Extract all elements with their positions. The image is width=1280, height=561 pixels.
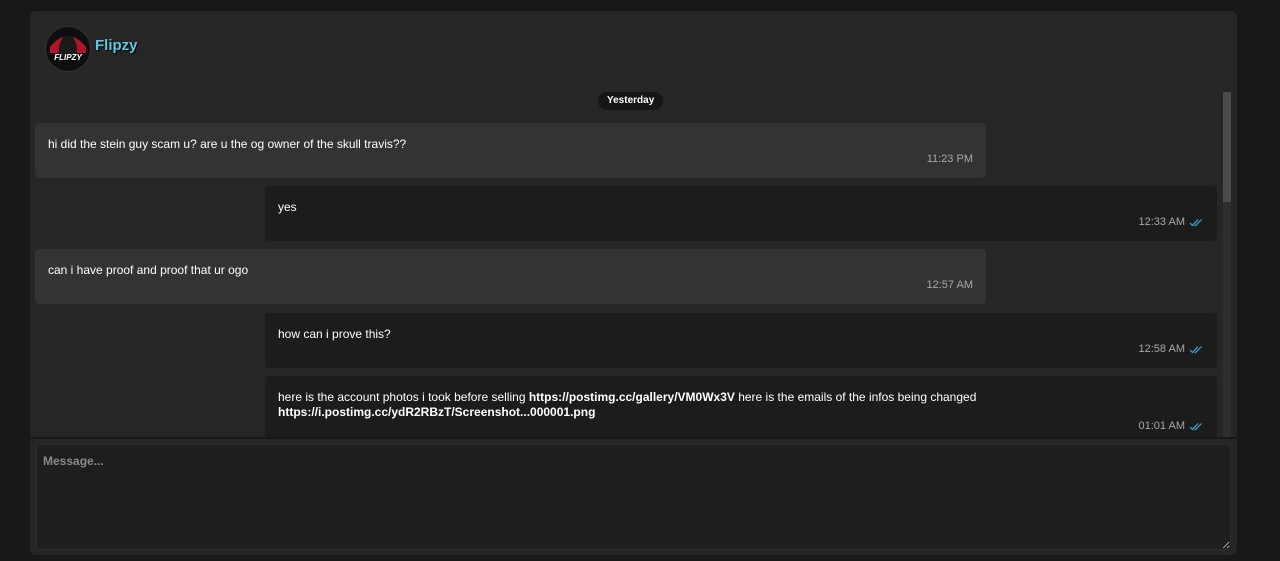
message-outgoing[interactable]: how can i prove this? 12:58 AM (265, 313, 1217, 368)
date-separator: Yesterday (598, 92, 664, 110)
message-time: 12:57 AM (926, 279, 973, 291)
message-incoming[interactable]: hi did the stein guy scam u? are u the o… (35, 123, 986, 178)
message-incoming[interactable]: can i have proof and proof that ur ogo 1… (35, 249, 986, 304)
message-meta: 01:01 AM (1139, 420, 1204, 432)
message-text: how can i prove this? (278, 327, 391, 341)
hooded-figure-logo: FLIPZY (46, 27, 90, 71)
double-check-icon (1189, 218, 1204, 227)
message-input[interactable] (36, 444, 1231, 550)
message-time: 11:23 PM (926, 153, 973, 165)
message-text-part: here is the account photos i took before… (278, 390, 529, 404)
double-check-icon (1189, 422, 1204, 431)
message-meta: 11:23 PM (927, 153, 973, 165)
message-text-part: here is the emails of the infos being ch… (734, 390, 977, 404)
chat-window: FLIPZY Flipzy Yesterday hi did the stein… (30, 11, 1237, 437)
chat-header: FLIPZY Flipzy (30, 11, 1237, 87)
message-meta: 12:33 AM (1139, 216, 1204, 228)
contact-name[interactable]: Flipzy (95, 37, 138, 54)
double-check-icon (1189, 345, 1204, 354)
svg-text:FLIPZY: FLIPZY (54, 53, 82, 62)
message-meta: 12:58 AM (1139, 343, 1204, 355)
message-outgoing[interactable]: yes 12:33 AM (265, 186, 1217, 241)
scrollbar-thumb[interactable] (1223, 92, 1231, 202)
message-time: 01:01 AM (1138, 420, 1185, 432)
message-composer (30, 439, 1237, 555)
messages-scrollbar[interactable] (1223, 92, 1231, 437)
message-text: can i have proof and proof that ur ogo (48, 263, 249, 277)
message-meta: 12:57 AM (927, 279, 973, 291)
message-text: here is the account photos i took before… (278, 390, 1197, 420)
message-link[interactable]: https://postimg.cc/gallery/VM0Wx3V (529, 390, 735, 404)
message-link[interactable]: https://i.postimg.cc/ydR2RBzT/Screenshot… (278, 405, 595, 419)
message-text: hi did the stein guy scam u? are u the o… (48, 137, 407, 151)
message-text: yes (278, 200, 297, 214)
message-time: 12:58 AM (1138, 343, 1185, 355)
avatar[interactable]: FLIPZY (46, 27, 90, 71)
message-outgoing[interactable]: here is the account photos i took before… (265, 376, 1217, 437)
message-time: 12:33 AM (1138, 216, 1185, 228)
